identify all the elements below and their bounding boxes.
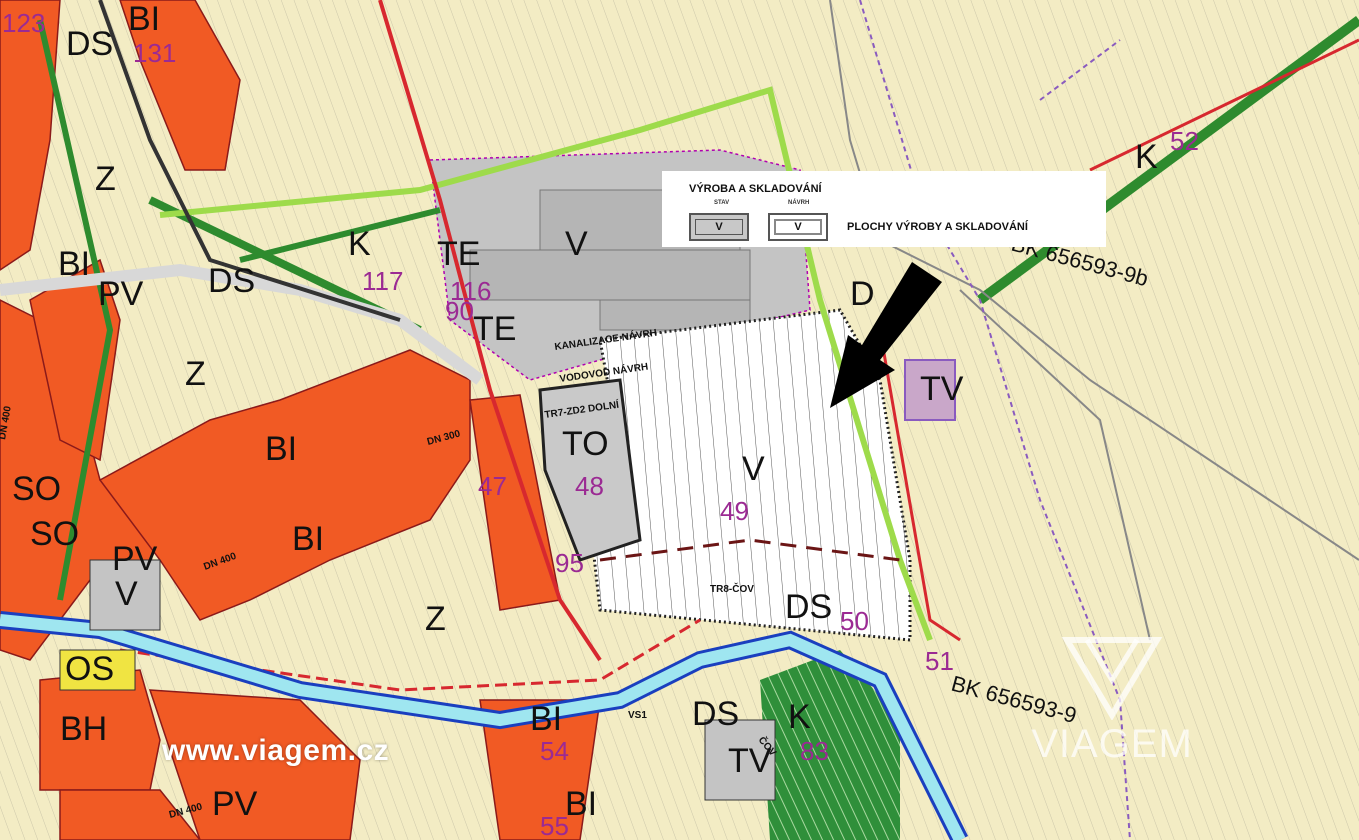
zone-tv: TV (920, 370, 964, 408)
zone-number-54: 54 (540, 736, 569, 766)
zone-bi-left: BI (58, 245, 90, 283)
zone-number-83: 83 (800, 736, 829, 766)
zone-k-top: K (348, 225, 371, 263)
watermark-url: www.viagem.cz (162, 734, 390, 767)
zone-os: OS (65, 650, 114, 688)
zone-v-small: V (115, 575, 138, 613)
zone-ds-top: DS (66, 25, 113, 63)
zone-number-47: 47 (478, 471, 507, 501)
zone-so-2: SO (30, 515, 79, 553)
zone-v-grey: V (565, 225, 588, 263)
legend-swatch-stav: V (689, 213, 749, 241)
zone-v-main: V (742, 450, 765, 488)
watermark-logo: VIAGEM (1012, 630, 1212, 770)
zone-so-1: SO (12, 470, 61, 508)
zone-bi-bottom-2: BI (565, 785, 597, 823)
viagem-logo-icon (1061, 637, 1163, 720)
zone-bi-bottom-1: BI (530, 700, 562, 738)
zone-z-lower: Z (425, 600, 446, 638)
zone-bi-center: BI (265, 430, 297, 468)
zone-number-48: 48 (575, 471, 604, 501)
zone-te-2: TE (473, 310, 516, 348)
zone-ds-bottom: DS (692, 695, 739, 733)
legend-title: VÝROBA A SKLADOVÁNÍ (689, 183, 822, 195)
zone-number-90: 90 (445, 296, 474, 326)
zone-number-52: 52 (1170, 126, 1199, 156)
zone-k-bottom: K (788, 698, 811, 736)
zone-pv-lower: PV (112, 540, 158, 578)
label-vs1: VS1 (628, 710, 647, 721)
zone-number-51: 51 (925, 646, 954, 676)
label-tr8: TR8-ČOV (710, 582, 754, 595)
legend-panel: VÝROBA A SKLADOVÁNÍ STAV NÁVRH V V PLOCH… (662, 171, 1106, 247)
zone-to: TO (562, 425, 609, 463)
legend-description: PLOCHY VÝROBY A SKLADOVÁNÍ (847, 221, 1028, 233)
watermark-brand: VIAGEM (1031, 722, 1193, 766)
zone-number-49: 49 (720, 496, 749, 526)
legend-swatch-navrh: V (768, 213, 828, 241)
legend-stav-code: V (715, 221, 723, 233)
zone-ds-mid: DS (208, 262, 255, 300)
zone-z-left: Z (95, 160, 116, 198)
legend-header-navrh: NÁVRH (788, 200, 810, 206)
zone-bh: BH (60, 710, 107, 748)
zone-d-right: D (850, 275, 875, 313)
zone-pv-left: PV (98, 275, 144, 313)
zone-z-mid: Z (185, 355, 206, 393)
zone-te-1: TE (437, 235, 480, 273)
zone-number-50: 50 (840, 606, 869, 636)
zone-bi-lower: BI (292, 520, 324, 558)
zoning-map: BI DS Z BI PV DS Z K TE TE V BI BI TO V … (0, 0, 1359, 840)
zone-number-117: 117 (362, 266, 403, 296)
zone-number-123: 123 (2, 8, 45, 38)
zone-bi-top: BI (128, 0, 160, 38)
zone-k-right: K (1135, 138, 1158, 176)
zone-number-95: 95 (555, 548, 584, 578)
legend-header-stav: STAV (714, 200, 730, 206)
zone-ds-right-2: DS (785, 588, 832, 626)
zone-number-55: 55 (540, 811, 569, 840)
legend-navrh-code: V (794, 221, 802, 233)
zone-pv-bottom: PV (212, 785, 258, 823)
zone-number-131: 131 (133, 38, 176, 68)
